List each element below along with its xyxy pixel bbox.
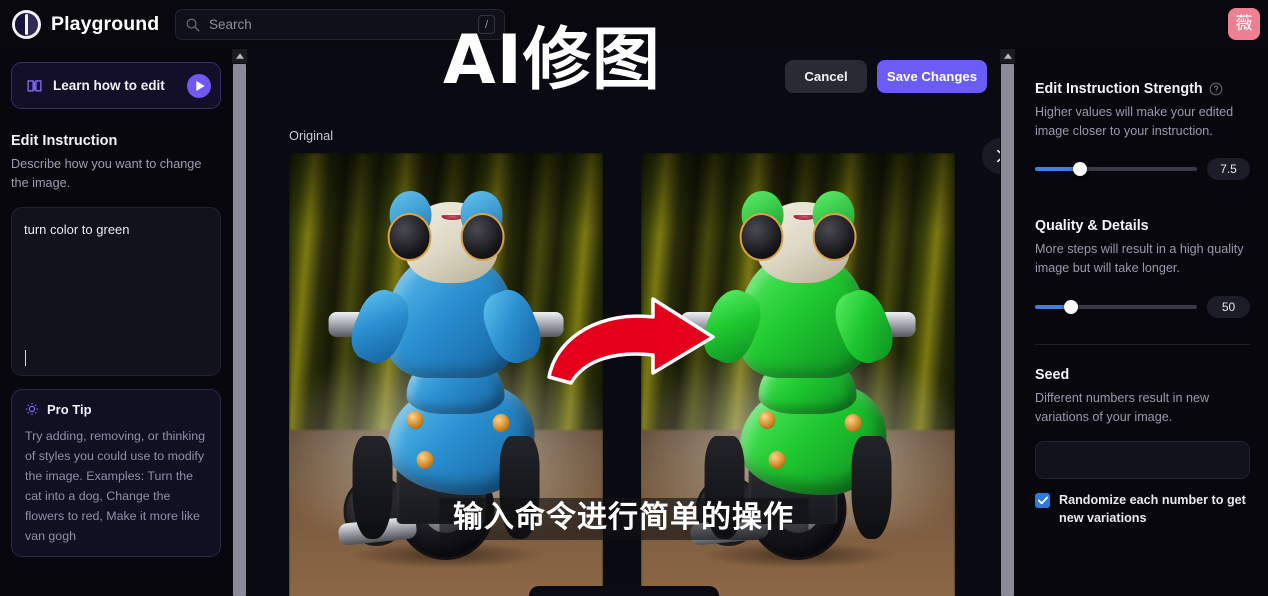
save-changes-button[interactable]: Save Changes [877, 60, 987, 93]
search-box[interactable]: / [175, 9, 505, 40]
pro-tip-header: Pro Tip [25, 402, 207, 417]
search-shortcut-hint: / [478, 15, 495, 34]
quality-value: 50 [1207, 295, 1250, 318]
randomize-checkbox[interactable] [1035, 492, 1050, 508]
scroll-up-icon[interactable] [232, 49, 247, 63]
strength-slider-row[interactable]: 7.5 [1035, 158, 1250, 181]
right-scrollbar[interactable] [1000, 49, 1015, 596]
user-avatar[interactable]: 薇 [1228, 8, 1260, 40]
main-canvas: Cancel Save Changes Original 输入命令进行简单的操作 [247, 49, 1000, 596]
main-action-bar: Cancel Save Changes [785, 60, 987, 93]
strength-header: Edit Instruction Strength [1035, 81, 1250, 97]
right-sidebar: Edit Instruction Strength Higher values … [1015, 49, 1268, 596]
seed-title: Seed [1035, 366, 1070, 383]
lightbulb-icon [25, 402, 39, 416]
cancel-button[interactable]: Cancel [785, 60, 867, 93]
strength-description: Higher values will make your edited imag… [1035, 105, 1234, 139]
quality-slider-thumb[interactable] [1063, 299, 1078, 314]
edit-instruction-description: Describe how you want to change the imag… [11, 157, 202, 191]
seed-description: Different numbers result in new variatio… [1035, 390, 1210, 424]
quality-title: Quality & Details [1035, 218, 1149, 235]
text-caret [25, 349, 26, 366]
edit-instruction-value: turn color to green [24, 221, 130, 237]
question-circle-icon[interactable] [1209, 82, 1223, 96]
bottom-peek-panel [528, 586, 719, 596]
chevron-right-icon [996, 149, 1000, 163]
search-icon [186, 18, 200, 32]
app-root: Playground / 薇 Learn how to edit Edit In… [0, 0, 1268, 596]
play-icon[interactable] [187, 73, 211, 98]
top-bar: Playground / 薇 [0, 0, 1268, 49]
right-scrollbar-thumb[interactable] [1001, 64, 1014, 596]
caption-overlay: 输入命令进行简单的操作 [439, 497, 808, 540]
caption-text: 输入命令进行简单的操作 [453, 499, 794, 535]
strength-title: Edit Instruction Strength [1035, 81, 1203, 97]
brand-name: Playground [51, 13, 160, 35]
check-icon [1037, 496, 1048, 505]
strength-value: 7.5 [1207, 158, 1250, 181]
randomize-label: Randomize each number to get new variati… [1059, 492, 1246, 525]
strength-slider-thumb[interactable] [1073, 162, 1088, 177]
pro-tip-card: Pro Tip Try adding, removing, or thinkin… [11, 388, 221, 557]
quality-description: More steps will result in a high quality… [1035, 242, 1244, 276]
randomize-seed-row[interactable]: Randomize each number to get new variati… [1035, 492, 1250, 528]
playground-logo-icon [12, 10, 41, 39]
edit-instruction-title: Edit Instruction [11, 133, 118, 149]
learn-how-to-edit-button[interactable]: Learn how to edit [11, 62, 221, 109]
quality-slider-row[interactable]: 50 [1035, 295, 1250, 318]
pro-tip-title: Pro Tip [47, 401, 92, 417]
book-icon [27, 80, 42, 92]
left-scrollbar-thumb[interactable] [233, 64, 246, 596]
search-input[interactable] [209, 17, 478, 32]
left-sidebar: Learn how to edit Edit Instruction Descr… [0, 49, 232, 596]
quality-slider-track[interactable] [1035, 299, 1197, 314]
scroll-up-icon-right[interactable] [1000, 49, 1015, 63]
brand[interactable]: Playground [12, 10, 159, 39]
quality-header: Quality & Details [1035, 218, 1250, 234]
learn-button-label: Learn how to edit [53, 78, 165, 93]
left-scrollbar[interactable] [232, 49, 247, 596]
seed-input[interactable] [1035, 440, 1250, 479]
original-image-label: Original [289, 128, 334, 143]
pro-tip-body: Try adding, removing, or thinking of sty… [25, 428, 205, 544]
strength-slider-track[interactable] [1035, 162, 1197, 177]
edit-instruction-textarea[interactable]: turn color to green [11, 206, 221, 376]
